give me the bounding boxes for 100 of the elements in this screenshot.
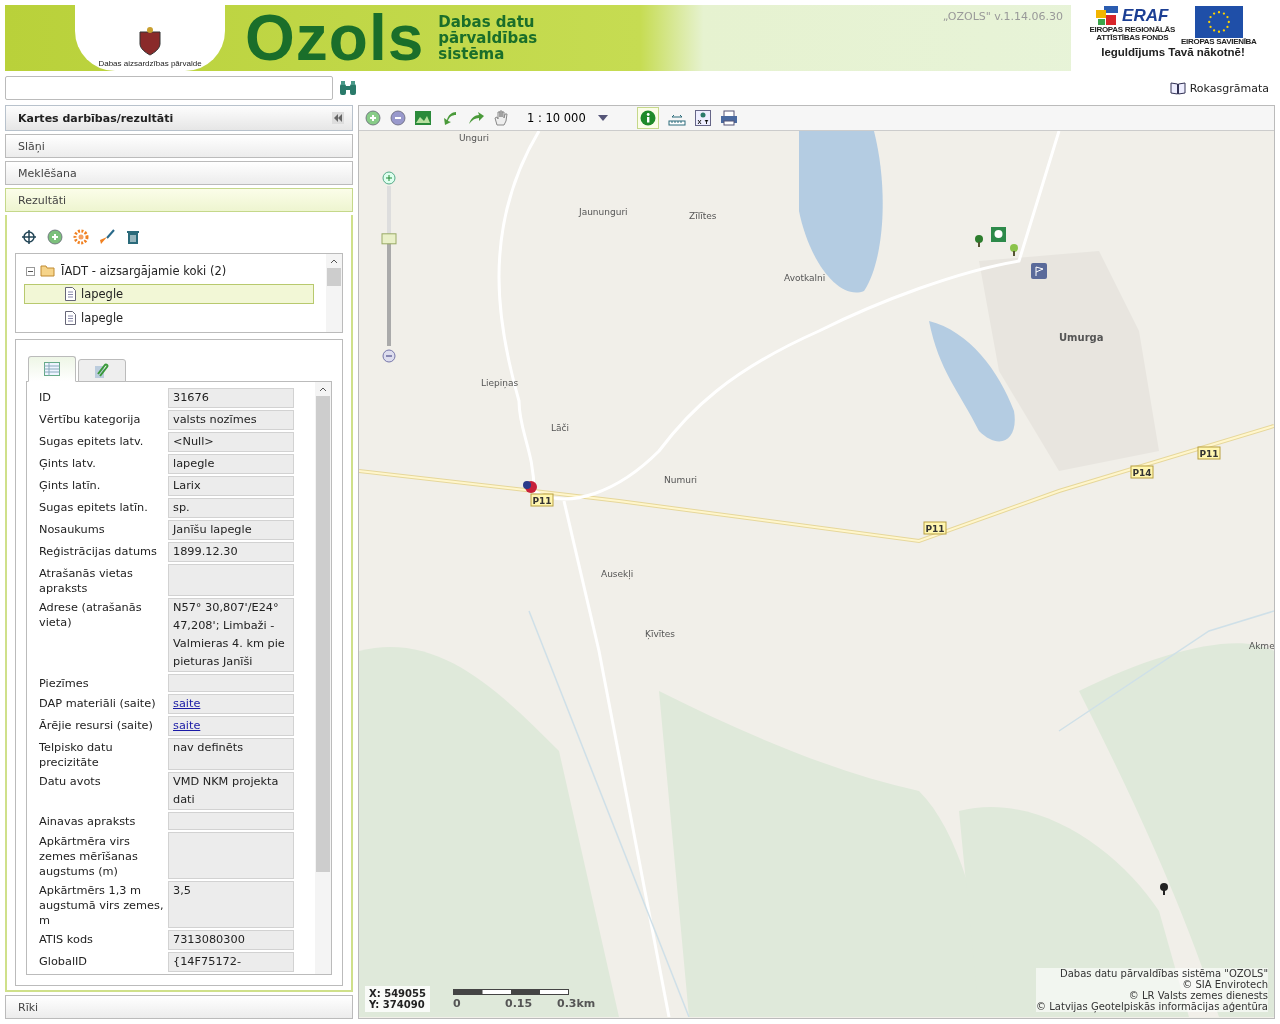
scrollbar[interactable] bbox=[315, 382, 331, 974]
zoom-in-icon[interactable] bbox=[365, 110, 381, 126]
logo-text: Ozols bbox=[245, 5, 425, 71]
attribution-text: © LR Valsts zemes dienests bbox=[1128, 990, 1268, 1001]
version-text: „OZOLS" v.1.14.06.30 bbox=[942, 10, 1063, 23]
detail-tab[interactable] bbox=[28, 356, 76, 382]
xy-coordinates-icon[interactable] bbox=[694, 110, 711, 126]
paperclip-icon bbox=[94, 362, 110, 379]
place-label: Liepiņas bbox=[481, 378, 519, 388]
eu-name: EIROPAS SAVIENĪBA bbox=[1181, 38, 1257, 46]
book-icon bbox=[1169, 81, 1186, 95]
zoom-out-icon[interactable] bbox=[390, 110, 406, 126]
attribute-label: Ģints latīn. bbox=[39, 478, 102, 494]
table-icon bbox=[44, 362, 60, 376]
tagline-text: pārvaldības bbox=[438, 30, 538, 46]
road-number-sign: P11 bbox=[1197, 446, 1221, 460]
eraf-logo-icon bbox=[1096, 6, 1121, 26]
zoom-in-icon[interactable] bbox=[47, 229, 63, 245]
slogan-text: Ieguldījums Tavā nākotnē! bbox=[1101, 46, 1245, 58]
place-label: Numuri bbox=[664, 475, 698, 485]
road-number-sign: P11 bbox=[530, 493, 554, 507]
attribute-label: ID bbox=[39, 390, 53, 406]
attribute-label: Vērtību kategorija bbox=[39, 412, 142, 428]
crosshair-icon[interactable] bbox=[21, 229, 37, 245]
place-label: Lāči bbox=[551, 423, 569, 433]
y-coordinate: Y: 374090 bbox=[369, 999, 426, 1010]
full-extent-icon[interactable] bbox=[415, 111, 431, 125]
agency-name: Dabas aizsardzības pārvalde bbox=[98, 59, 202, 68]
link[interactable]: saite bbox=[173, 697, 201, 710]
accordion-section[interactable]: Rīki bbox=[5, 995, 353, 1019]
tree-item[interactable]: lapegle bbox=[24, 308, 314, 328]
collapse-toggle-icon[interactable] bbox=[26, 266, 35, 276]
attribute-label: Sugas epitets latīn. bbox=[39, 500, 149, 516]
binoculars-icon[interactable] bbox=[339, 80, 357, 96]
road-number-sign: P11 bbox=[923, 521, 947, 535]
trash-icon[interactable] bbox=[125, 229, 141, 245]
attribute-label: DAP materiāli (saite) bbox=[39, 696, 157, 712]
attribute-value: {14F75172- bbox=[168, 952, 294, 972]
road-number-sign: P14 bbox=[1130, 465, 1154, 479]
attribute-value: 31676 bbox=[168, 388, 294, 408]
attribution-text: © SIA Envirotech bbox=[1182, 979, 1268, 990]
attribution-text: Dabas datu pārvaldības sistēma "OZOLS" bbox=[1059, 968, 1268, 979]
attribute-label: Apkārtmērs 1,3 m augstumā virs zemes, m bbox=[39, 883, 165, 928]
search-field[interactable] bbox=[5, 76, 333, 100]
attribute-label: Adrese (atrašanās vieta) bbox=[39, 600, 143, 631]
attribute-label: GlobalID bbox=[39, 954, 89, 970]
eu-flag-icon bbox=[1194, 6, 1243, 38]
attribute-value: 1899.12.30 bbox=[168, 542, 294, 562]
attribute-label: ATIS kods bbox=[39, 932, 94, 948]
attribute-value: valsts nozīmes bbox=[168, 410, 294, 430]
caret-icon bbox=[597, 115, 608, 121]
tree-item[interactable]: lapegle bbox=[24, 284, 314, 304]
zoom-in-icon[interactable] bbox=[382, 171, 396, 185]
attribute-label: Reģistrācijas datums bbox=[39, 544, 158, 560]
scale-bar-icon bbox=[453, 989, 569, 995]
brush-icon[interactable] bbox=[99, 229, 115, 245]
attribute-value: N57° 30,807'/E24° 47,208'; Limbaži - Valmieras 4. km pie pieturas Janīši bbox=[168, 598, 294, 672]
place-label: Zīlītes bbox=[689, 211, 717, 221]
tree-group-label[interactable]: ĪADT - aizsargājamie koki (2) bbox=[61, 264, 227, 278]
tagline-text: sistēma bbox=[438, 46, 505, 62]
accordion-section[interactable]: Slāņi bbox=[5, 134, 353, 158]
gear-icon[interactable] bbox=[73, 229, 89, 245]
attribute-value: sp. bbox=[168, 498, 294, 518]
attribute-value: Janīšu lapegle bbox=[168, 520, 294, 540]
attribute-label: Datu avots bbox=[39, 774, 102, 790]
accordion-section[interactable]: Meklēšana bbox=[5, 161, 353, 185]
manual-link[interactable]: Rokasgrāmata bbox=[1169, 81, 1269, 95]
attribute-label: Nosaukums bbox=[39, 522, 106, 538]
attribute-label: Piezīmes bbox=[39, 676, 90, 692]
link[interactable]: saite bbox=[173, 719, 201, 732]
attribute-label: Telpisko datu precizitāte bbox=[39, 740, 114, 770]
scale-label: 0.15 bbox=[505, 997, 534, 1010]
accordion-section[interactable]: Rezultāti bbox=[5, 188, 353, 212]
scrollbar-thumb[interactable] bbox=[316, 396, 330, 872]
identify-button[interactable] bbox=[636, 107, 659, 129]
zoom-out-icon[interactable] bbox=[382, 349, 396, 363]
scrollbar-thumb[interactable] bbox=[327, 268, 341, 286]
zoom-slider-thumb[interactable] bbox=[381, 233, 397, 245]
attribute-value: lapegle bbox=[168, 454, 294, 474]
attribute-label: Ģints latv. bbox=[39, 456, 97, 472]
scrollbar[interactable] bbox=[326, 254, 342, 332]
printer-icon[interactable] bbox=[719, 110, 738, 126]
collapse-icon[interactable] bbox=[332, 112, 344, 124]
scale-dropdown[interactable]: 1 : 10 000 bbox=[517, 111, 628, 125]
place-label: Unguri bbox=[459, 133, 489, 143]
attribution-text: © Latvijas Ģeotelpiskās informācijas aģentūra bbox=[1036, 1001, 1268, 1012]
attribute-label: Ārējie resursi (saite) bbox=[39, 718, 154, 734]
document-icon bbox=[65, 311, 76, 325]
folder-icon bbox=[40, 265, 56, 277]
fund-name: EIROPAS REGIONĀLĀS bbox=[1089, 26, 1176, 34]
scale-label: 0 bbox=[453, 997, 462, 1010]
map-marker-icon bbox=[523, 481, 537, 493]
attribute-label: Atrašanās vietas apraksts bbox=[39, 566, 134, 596]
flag-icon bbox=[1031, 263, 1047, 279]
place-label: Umurga bbox=[1059, 332, 1104, 343]
attribute-value: nav definēts bbox=[168, 738, 294, 770]
hand-icon[interactable] bbox=[494, 110, 508, 126]
coat-of-arms-icon bbox=[137, 26, 163, 56]
attribute-label: Apkārtmēra virs zemes mērīšanas augstums (m) bbox=[39, 834, 139, 879]
detail-tab[interactable] bbox=[78, 359, 126, 382]
